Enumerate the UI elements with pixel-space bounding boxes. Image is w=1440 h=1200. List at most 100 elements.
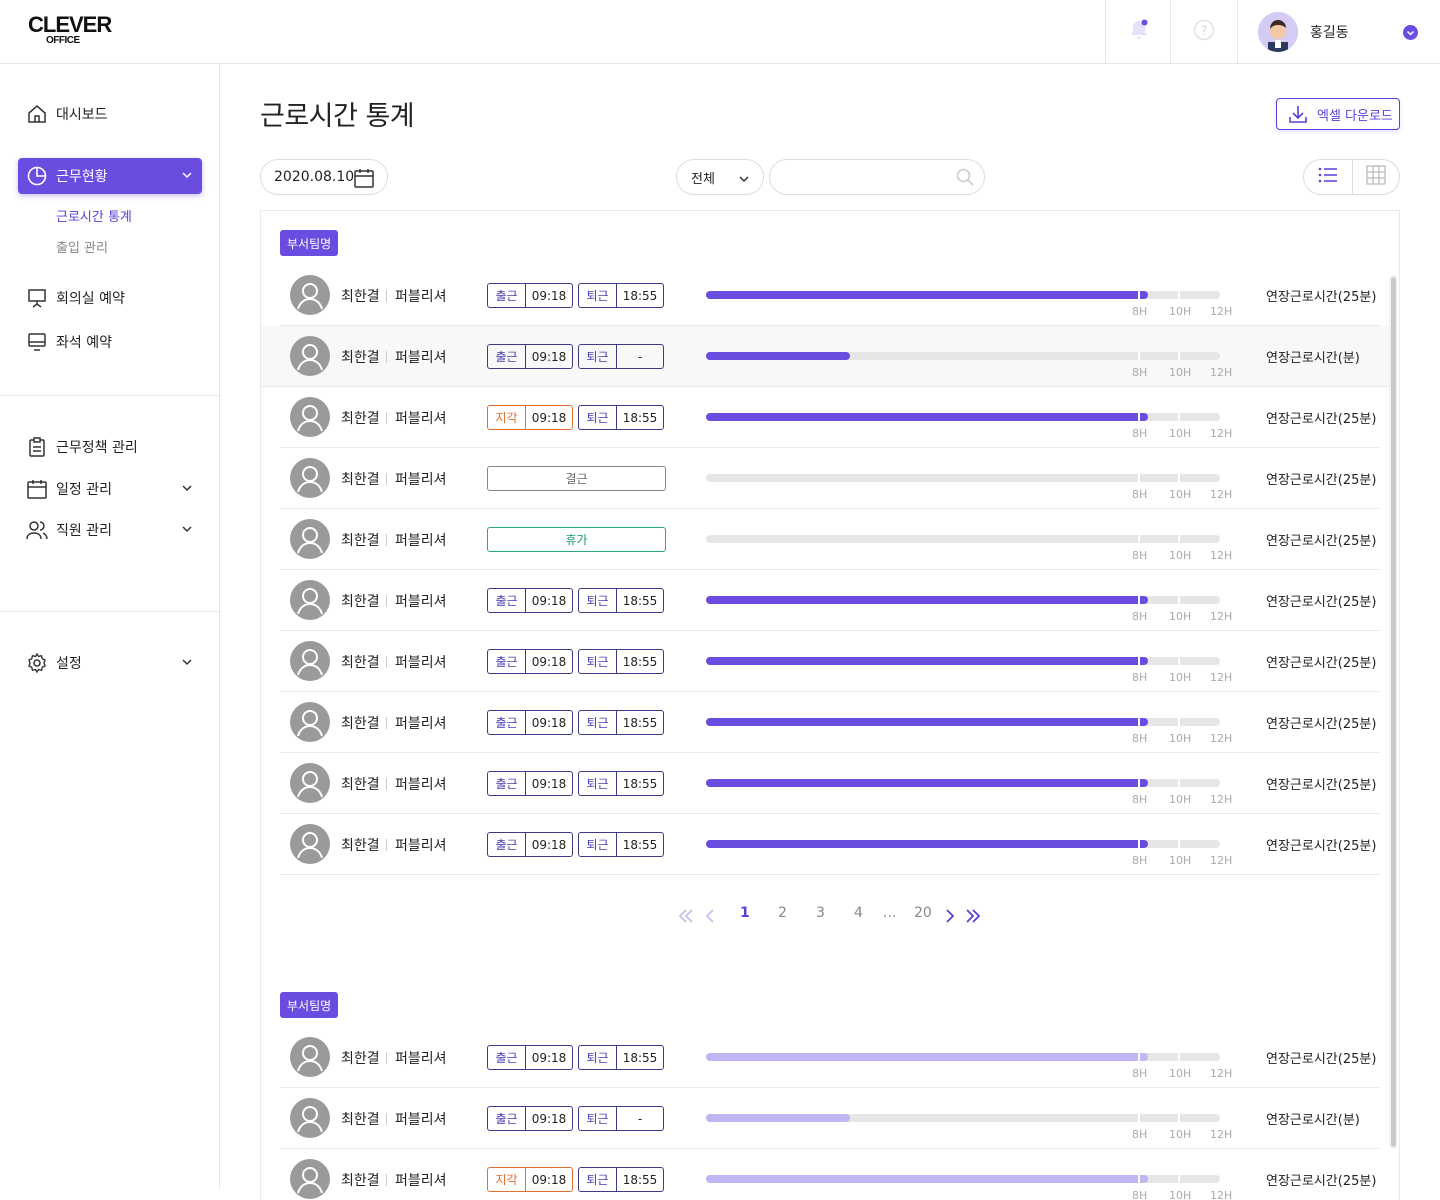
employee-row[interactable]: 최한결 퍼블리셔 지각 09:18 퇴근 18:55 8H 10H 12H 연장근로시간(25분)	[280, 1149, 1380, 1200]
tick-label: 12H	[1210, 305, 1233, 318]
user-menu[interactable]: 홍길동	[1237, 0, 1440, 63]
name-separator	[386, 717, 387, 729]
clock-out-label: 퇴근	[579, 345, 617, 368]
sidebar-item-work-policy[interactable]: 근무정책 관리	[18, 429, 202, 465]
clock-in-time: 09:18	[531, 349, 567, 364]
top-bar: CLEVER OFFICE ? 홍길동	[0, 0, 1440, 64]
pagination: 1 2 3 4... 20	[261, 901, 1399, 931]
excel-download-button[interactable]: 엑셀 다운로드	[1276, 98, 1400, 130]
sidebar-item-label: 일정 관리	[56, 482, 112, 498]
sidebar-item-schedule[interactable]: 일정 관리	[18, 471, 202, 507]
logo[interactable]: CLEVER OFFICE	[28, 14, 112, 50]
employee-row[interactable]: 최한결 퍼블리셔 휴가 8H 10H 12H 연장근로시간(25분)	[280, 509, 1380, 570]
filter-select[interactable]: 전체	[676, 159, 764, 195]
employee-row[interactable]: 최한결 퍼블리셔 출근 09:18 퇴근 18:55 8H 10H 12H 연장근로시간(25분)	[280, 692, 1380, 753]
avatar	[290, 336, 330, 376]
attendance-tags: 출근 09:18 퇴근 18:55	[487, 771, 669, 796]
employee-row[interactable]: 최한결 퍼블리셔 출근 09:18 퇴근 18:55 8H 10H 12H 연장근로시간(25분)	[280, 753, 1380, 814]
overtime-label: 연장근로시간(25분)	[1266, 1174, 1377, 1189]
monitor-icon	[26, 331, 48, 353]
grid-view-button[interactable]	[1351, 160, 1400, 194]
sidebar-item-settings[interactable]: 설정	[18, 645, 202, 681]
sidebar-item-dashboard[interactable]: 대시보드	[18, 96, 202, 132]
sidebar-item-meeting-room[interactable]: 회의실 예약	[18, 280, 202, 316]
scrollbar-thumb[interactable]	[1391, 277, 1396, 1147]
bar-mark-10h	[1178, 352, 1180, 360]
attendance-tags: 지각 09:18 퇴근 18:55	[487, 405, 669, 430]
employee-row[interactable]: 최한결 퍼블리셔 출근 09:18 퇴근 18:55 8H 10H 12H 연장근로시간(25분)	[280, 1027, 1380, 1088]
first-page-icon[interactable]	[677, 907, 695, 929]
work-hours-bar	[706, 657, 1220, 665]
users-icon	[26, 519, 48, 541]
work-hours-bar	[706, 779, 1220, 787]
notification-button[interactable]	[1105, 0, 1171, 63]
employee-row[interactable]: 최한결 퍼블리셔 결근 8H 10H 12H 연장근로시간(25분)	[280, 448, 1380, 509]
tick-label: 10H	[1169, 305, 1192, 318]
clock-in-label: 출근	[488, 650, 526, 673]
page-button[interactable]: 1	[740, 905, 750, 921]
name-separator	[386, 1174, 387, 1186]
tick-label: 10H	[1169, 549, 1192, 562]
sidebar-sub-access[interactable]: 출입 관리	[56, 237, 108, 256]
page-button[interactable]: 3	[816, 905, 825, 921]
sidebar-sub-work-hours[interactable]: 근로시간 통계	[56, 206, 132, 225]
clock-out-label: 퇴근	[579, 833, 617, 856]
clock-in-tag: 출근 09:18	[487, 1106, 573, 1131]
clipboard-icon	[26, 436, 48, 458]
tick-label: 10H	[1169, 671, 1192, 684]
bar-mark-10h	[1178, 535, 1180, 543]
help-button[interactable]: ?	[1170, 0, 1237, 63]
sidebar-item-label: 회의실 예약	[56, 291, 125, 307]
employee-row[interactable]: 최한결 퍼블리셔 출근 09:18 퇴근 18:55 8H 10H 12H 연장근로시간(25분)	[280, 631, 1380, 692]
tick-label: 12H	[1210, 427, 1233, 440]
sidebar-item-label: 대시보드	[56, 107, 108, 123]
page-button[interactable]: 2	[778, 905, 787, 921]
next-page-icon[interactable]	[943, 907, 957, 929]
clock-out-label: 퇴근	[579, 650, 617, 673]
employee-row[interactable]: 최한결 퍼블리셔 출근 09:18 퇴근 18:55 8H 10H 12H 연장근로시간(25분)	[280, 814, 1380, 875]
work-hours-fill	[706, 1053, 1148, 1061]
sidebar-divider	[0, 611, 220, 612]
attendance-tags: 출근 09:18 퇴근 18:55	[487, 710, 669, 735]
sidebar-item-employees[interactable]: 직원 관리	[18, 512, 202, 548]
sidebar-item-work-status[interactable]: 근무현황	[18, 158, 202, 194]
list-view-button[interactable]	[1304, 160, 1352, 194]
avatar	[290, 641, 330, 681]
bar-mark-8h	[1138, 1053, 1140, 1061]
work-hours-fill	[706, 840, 1148, 848]
employee-row[interactable]: 최한결 퍼블리셔 지각 09:18 퇴근 18:55 8H 10H 12H 연장근로시간(25분)	[280, 387, 1380, 448]
employee-row[interactable]: 최한결 퍼블리셔 출근 09:18 퇴근 - 8H 10H 12H 연장근로시간(분)	[280, 1088, 1380, 1149]
chevron-down-circle-icon[interactable]	[1403, 25, 1418, 40]
clock-in-label: 출근	[488, 772, 526, 795]
clock-out-tag: 퇴근 18:55	[578, 649, 664, 674]
clock-out-time: -	[637, 1111, 643, 1126]
prev-page-icon[interactable]	[703, 907, 717, 929]
clock-out-time: 18:55	[622, 288, 658, 303]
employee-row[interactable]: 최한결 퍼블리셔 출근 09:18 퇴근 18:55 8H 10H 12H 연장근로시간(25분)	[280, 265, 1380, 326]
date-picker[interactable]: 2020.08.10	[260, 159, 388, 195]
tick-label: 12H	[1210, 1128, 1233, 1141]
calendar-icon	[26, 478, 48, 500]
employee-row[interactable]: 최한결 퍼블리셔 출근 09:18 퇴근 18:55 8H 10H 12H 연장근로시간(25분)	[280, 570, 1380, 631]
page-button[interactable]: 20	[914, 905, 932, 921]
overtime-label: 연장근로시간(분)	[1266, 1113, 1360, 1128]
last-page-icon[interactable]	[964, 907, 982, 929]
page-button[interactable]: 4	[854, 905, 863, 921]
download-icon	[1287, 103, 1309, 125]
employee-role: 퍼블리셔	[395, 411, 447, 427]
home-icon	[26, 103, 48, 125]
tick-label: 8H	[1132, 1067, 1148, 1080]
name-separator	[386, 1052, 387, 1064]
user-avatar	[1258, 11, 1298, 52]
clock-in-time: 09:18	[531, 593, 567, 608]
sidebar: 대시보드 근무현황 근로시간 통계 출입 관리 회의실 예약 좌석 예약 근무정…	[0, 64, 220, 1188]
sidebar-item-seat[interactable]: 좌석 예약	[18, 324, 202, 360]
attendance-tags: 출근 09:18 퇴근 -	[487, 344, 669, 369]
work-hours-bar	[706, 352, 1220, 360]
search-icon[interactable]	[955, 167, 975, 191]
search-input[interactable]	[769, 159, 985, 195]
avatar	[290, 519, 330, 559]
tick-label: 12H	[1210, 488, 1233, 501]
employee-row[interactable]: 최한결 퍼블리셔 출근 09:18 퇴근 - 8H 10H 12H 연장근로시간(분)	[261, 326, 1389, 387]
tick-label: 8H	[1132, 610, 1148, 623]
